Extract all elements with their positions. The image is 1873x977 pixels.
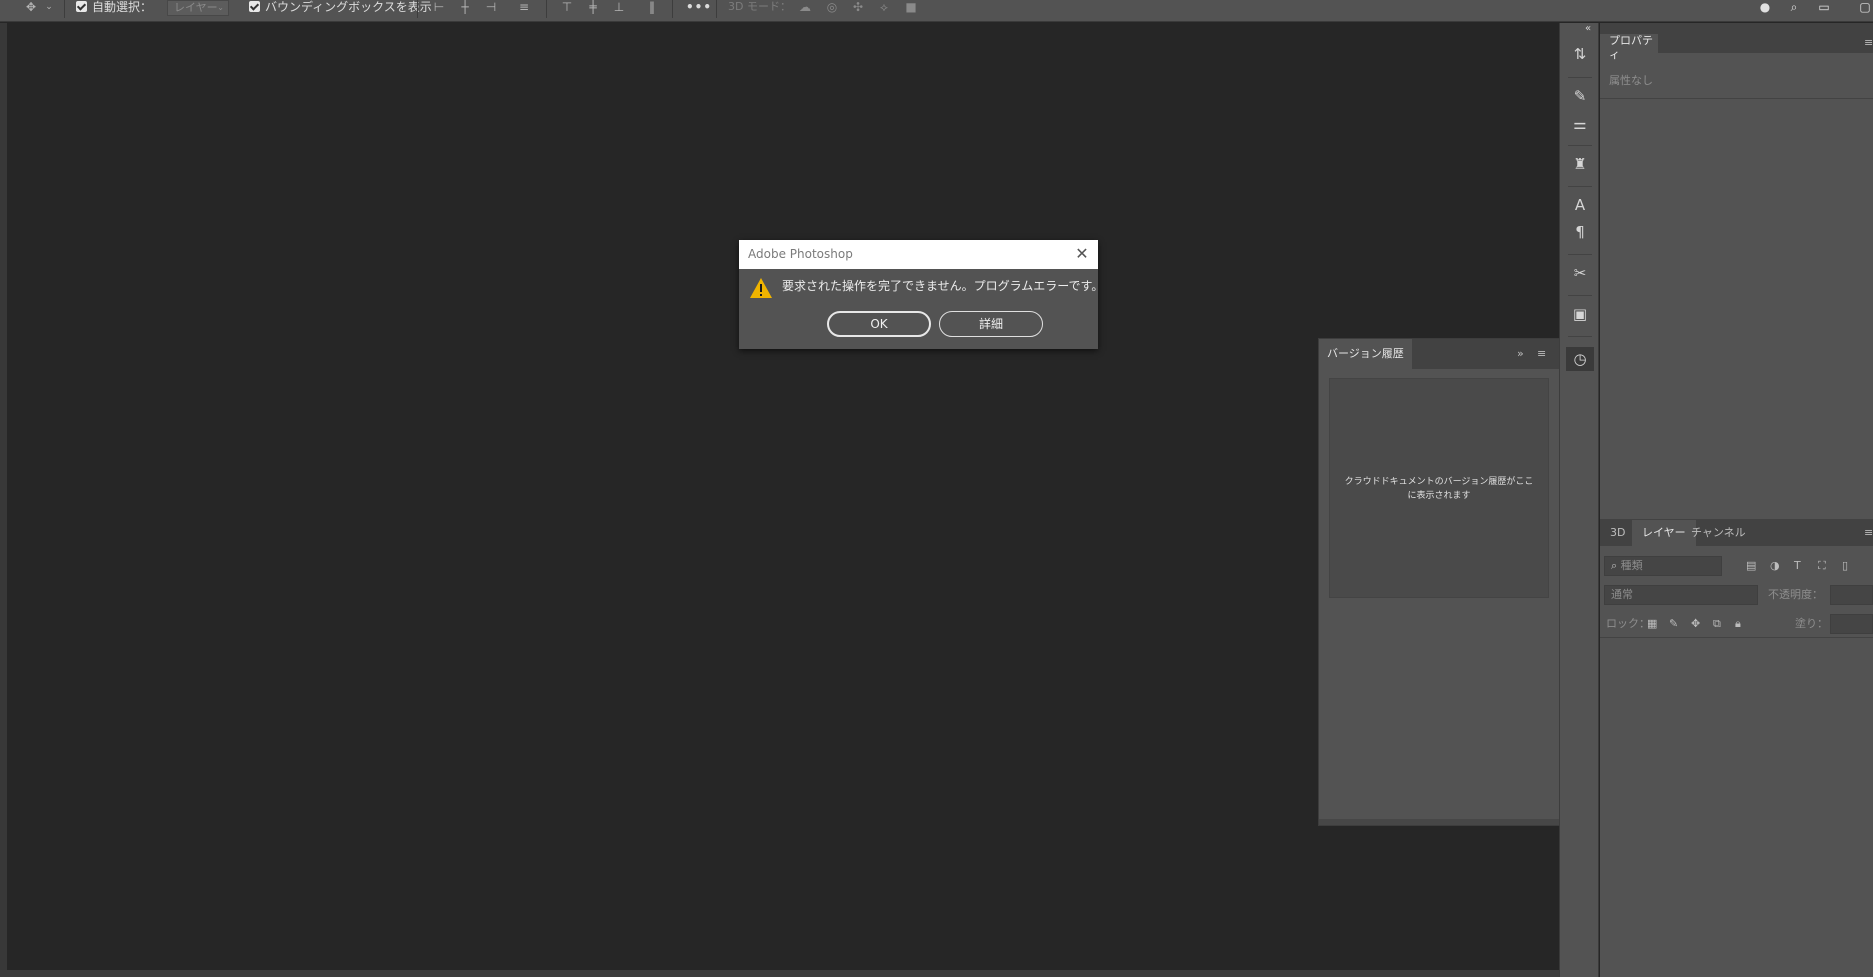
layer-filter-dropdown[interactable]: ⌕ 種類 [1604, 556, 1722, 576]
fill-input[interactable] [1830, 614, 1873, 634]
chevron-down-icon: ⌄ [217, 3, 224, 12]
details-button[interactable]: 詳細 [939, 311, 1043, 337]
workspace-icon[interactable]: ▭ [1816, 0, 1832, 14]
type-filter-icon[interactable]: T [1794, 559, 1801, 573]
bounding-box-label: バウンディングボックスを表示 [265, 0, 432, 14]
options-bar: ✥ ⌄ 自動選択： レイヤー ⌄ バウンディングボックスを表示 ⊢ ┼ ⊣ ≡ … [0, 0, 1873, 22]
auto-select-target-value: レイヤー [174, 1, 218, 14]
align-vcenter-icon[interactable]: ╪ [586, 0, 600, 14]
opacity-input[interactable] [1830, 585, 1873, 605]
separator [546, 0, 547, 18]
pixel-filter-icon[interactable]: ▤ [1746, 559, 1756, 573]
dialog-title: Adobe Photoshop [739, 240, 1098, 269]
clone-source-icon[interactable]: ♜ [1560, 155, 1600, 173]
fill-label: 塗り： [1795, 617, 1828, 630]
tool-preset-chevron-icon[interactable]: ⌄ [44, 0, 54, 14]
search-icon[interactable]: ⌕ [1786, 0, 1802, 14]
pan-3d-icon[interactable]: ✣ [850, 0, 866, 14]
roll-3d-icon[interactable]: ◎ [824, 0, 840, 14]
orbit-3d-icon[interactable]: ☁ [797, 0, 813, 14]
version-history-panel: バージョン履歴 » ≡ クラウドドキュメントのバージョン履歴がここ に表示されま… [1318, 338, 1560, 826]
error-dialog: Adobe Photoshop ✕ 要求された操作を完了できません。プログラムエ… [739, 240, 1104, 349]
tab-version-history[interactable]: バージョン履歴 [1319, 339, 1412, 369]
no-properties-label: 属性なし [1609, 74, 1653, 87]
adjustment-filter-icon[interactable]: ◑ [1770, 559, 1780, 573]
panel-menu-icon[interactable]: ≡ [1537, 347, 1546, 361]
align-top-icon[interactable]: ⊤ [560, 0, 574, 14]
panel-resize-handle[interactable] [1319, 819, 1559, 825]
auto-select-checkbox[interactable] [76, 1, 87, 12]
shape-filter-icon[interactable]: ⛶ [1818, 559, 1826, 573]
separator [1568, 295, 1592, 296]
lock-transparent-icon[interactable]: ▦ [1647, 617, 1657, 631]
blend-mode-dropdown[interactable]: 通常 [1604, 585, 1758, 605]
separator [1600, 98, 1873, 99]
mode-3d-label: 3D モード： [728, 0, 791, 13]
version-history-empty-line2: に表示されます [1407, 491, 1471, 501]
version-history-empty-area: クラウドドキュメントのバージョン履歴がここ に表示されます [1329, 378, 1549, 598]
auto-select-label: 自動選択： [92, 0, 153, 14]
more-options-button[interactable]: ••• [686, 0, 712, 14]
separator [1568, 254, 1592, 255]
lock-label: ロック： [1606, 617, 1650, 630]
panel-menu-icon[interactable]: ≡ [1864, 526, 1873, 540]
align-hcenter-icon[interactable]: ┼ [458, 0, 472, 14]
align-bottom-icon[interactable]: ⊥ [612, 0, 626, 14]
layer-filter-value: 種類 [1620, 559, 1643, 572]
right-panel-dock: プロパティ ≡ 属性なし 3D レイヤー チャンネル ≡ ⌕ 種類 ▤ ◑ T … [1600, 23, 1873, 977]
slide-3d-icon[interactable]: ⟡ [876, 0, 892, 14]
separator [1600, 637, 1873, 638]
paragraph-icon[interactable]: ¶ [1560, 223, 1600, 241]
search-icon: ⌕ [1611, 559, 1621, 572]
lock-all-icon[interactable]: 🔒︎ [1735, 617, 1741, 631]
align-left-icon[interactable]: ⊢ [432, 0, 446, 14]
history-brush-icon[interactable]: ⇅ [1560, 45, 1600, 63]
tools-panel-edge [0, 23, 7, 977]
tab-channels[interactable]: チャンネル [1691, 526, 1746, 540]
smart-object-filter-icon[interactable]: ▯ [1842, 559, 1848, 573]
distribute-vertical-icon[interactable]: ≡ [517, 0, 531, 14]
auto-select-target-dropdown[interactable]: レイヤー ⌄ [167, 0, 229, 16]
ok-button[interactable]: OK [827, 311, 931, 337]
align-right-icon[interactable]: ⊣ [484, 0, 498, 14]
tab-3d[interactable]: 3D [1610, 526, 1625, 540]
blend-mode-value: 通常 [1611, 588, 1633, 601]
opacity-label: 不透明度： [1768, 588, 1823, 601]
horizontal-scrollbar[interactable] [0, 970, 1559, 977]
move-tool-icon[interactable]: ✥ [24, 0, 38, 14]
separator [64, 0, 65, 18]
tool-presets-icon[interactable]: ✂ [1560, 264, 1600, 282]
lock-artboard-icon[interactable]: ⧉ [1713, 617, 1721, 631]
lock-pixels-icon[interactable]: ✎ [1669, 617, 1678, 631]
separator [417, 0, 418, 18]
error-message: 要求された操作を完了できません。プログラムエラーです。 [782, 279, 1104, 293]
separator [1568, 77, 1592, 78]
version-history-icon[interactable]: ◷ [1566, 347, 1594, 371]
separator [672, 0, 673, 18]
tab-properties[interactable]: プロパティ [1600, 34, 1658, 61]
character-icon[interactable]: A [1560, 196, 1600, 214]
close-icon[interactable]: ✕ [1074, 246, 1090, 262]
brush-settings-icon[interactable]: ✎ [1560, 87, 1600, 105]
collapse-dock-icon[interactable]: « [1576, 23, 1600, 34]
separator [716, 0, 717, 18]
separator [1568, 186, 1592, 187]
camera-3d-icon[interactable]: ■ [902, 0, 920, 14]
collapsed-panel-dock: « ⇅ ✎ ⚌ ♜ A ¶ ✂ ▣ ◷ [1559, 23, 1599, 977]
panel-menu-icon[interactable]: ≡ [1864, 36, 1873, 50]
bounding-box-checkbox[interactable] [249, 1, 260, 12]
adjustments-icon[interactable]: ⚌ [1560, 115, 1600, 133]
lock-position-icon[interactable]: ✥ [1691, 617, 1700, 631]
user-account-icon[interactable]: ● [1756, 0, 1774, 14]
libraries-icon[interactable]: ▣ [1560, 305, 1600, 323]
distribute-horizontal-icon[interactable]: ‖ [645, 0, 659, 14]
collapse-panel-icon[interactable]: » [1517, 347, 1524, 361]
separator [1568, 336, 1592, 337]
separator [1568, 145, 1592, 146]
tab-layers[interactable]: レイヤー [1632, 520, 1696, 546]
warning-icon [750, 278, 772, 298]
version-history-empty-line1: クラウドドキュメントのバージョン履歴がここ [1344, 477, 1534, 487]
share-icon[interactable]: ▢ [1858, 0, 1872, 14]
